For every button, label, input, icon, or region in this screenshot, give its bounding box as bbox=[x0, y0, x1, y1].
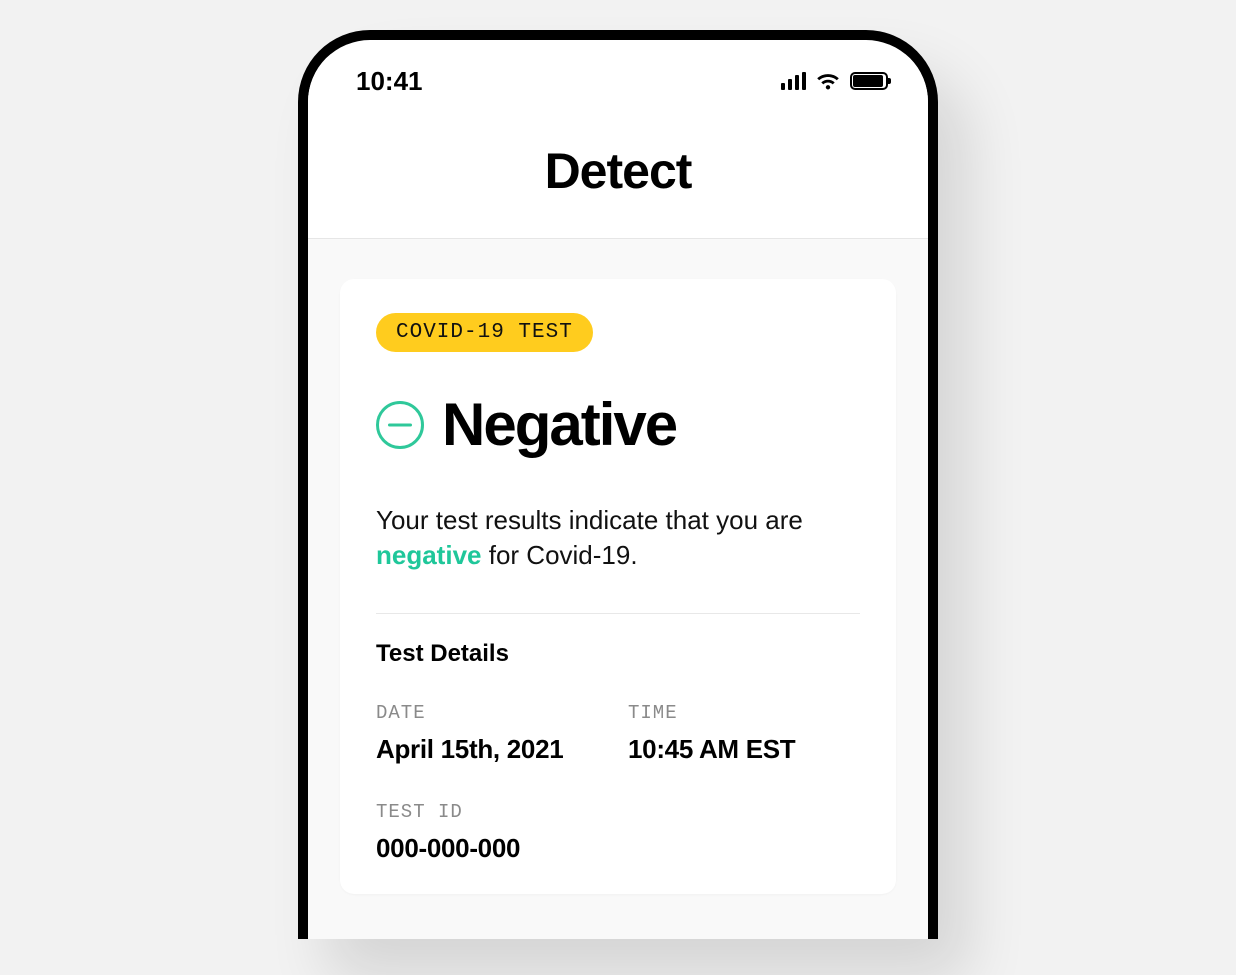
detail-testid: TEST ID 000-000-000 bbox=[376, 801, 860, 864]
detail-date-value: April 15th, 2021 bbox=[376, 734, 608, 765]
app-title: Detect bbox=[308, 142, 928, 200]
status-icons bbox=[781, 72, 888, 90]
result-description: Your test results indicate that you are … bbox=[376, 503, 860, 573]
cellular-signal-icon bbox=[781, 72, 806, 90]
detail-testid-label: TEST ID bbox=[376, 801, 860, 823]
detail-date-label: DATE bbox=[376, 702, 608, 724]
detail-time: TIME 10:45 AM EST bbox=[628, 702, 860, 765]
content-area: COVID-19 TEST Negative Your test results… bbox=[308, 239, 928, 939]
status-time: 10:41 bbox=[356, 66, 423, 97]
test-type-badge: COVID-19 TEST bbox=[376, 313, 593, 352]
details-heading: Test Details bbox=[376, 640, 860, 668]
phone-screen: 10:41 Detect bbox=[308, 54, 928, 939]
status-bar: 10:41 bbox=[308, 54, 928, 108]
wifi-icon bbox=[816, 72, 840, 90]
result-desc-prefix: Your test results indicate that you are bbox=[376, 505, 803, 535]
detail-testid-value: 000-000-000 bbox=[376, 833, 860, 864]
result-status: Negative bbox=[442, 390, 676, 459]
detail-date: DATE April 15th, 2021 bbox=[376, 702, 608, 765]
phone-frame: 10:41 Detect bbox=[298, 30, 938, 939]
result-desc-suffix: for Covid-19. bbox=[482, 540, 638, 570]
app-header: Detect bbox=[308, 108, 928, 239]
divider bbox=[376, 613, 860, 614]
detail-time-label: TIME bbox=[628, 702, 860, 724]
details-grid: DATE April 15th, 2021 TIME 10:45 AM EST … bbox=[376, 702, 860, 864]
result-card: COVID-19 TEST Negative Your test results… bbox=[340, 279, 896, 894]
negative-result-icon bbox=[376, 401, 424, 449]
result-row: Negative bbox=[376, 390, 860, 459]
detail-time-value: 10:45 AM EST bbox=[628, 734, 860, 765]
battery-icon bbox=[850, 72, 888, 90]
result-desc-highlight: negative bbox=[376, 540, 482, 570]
